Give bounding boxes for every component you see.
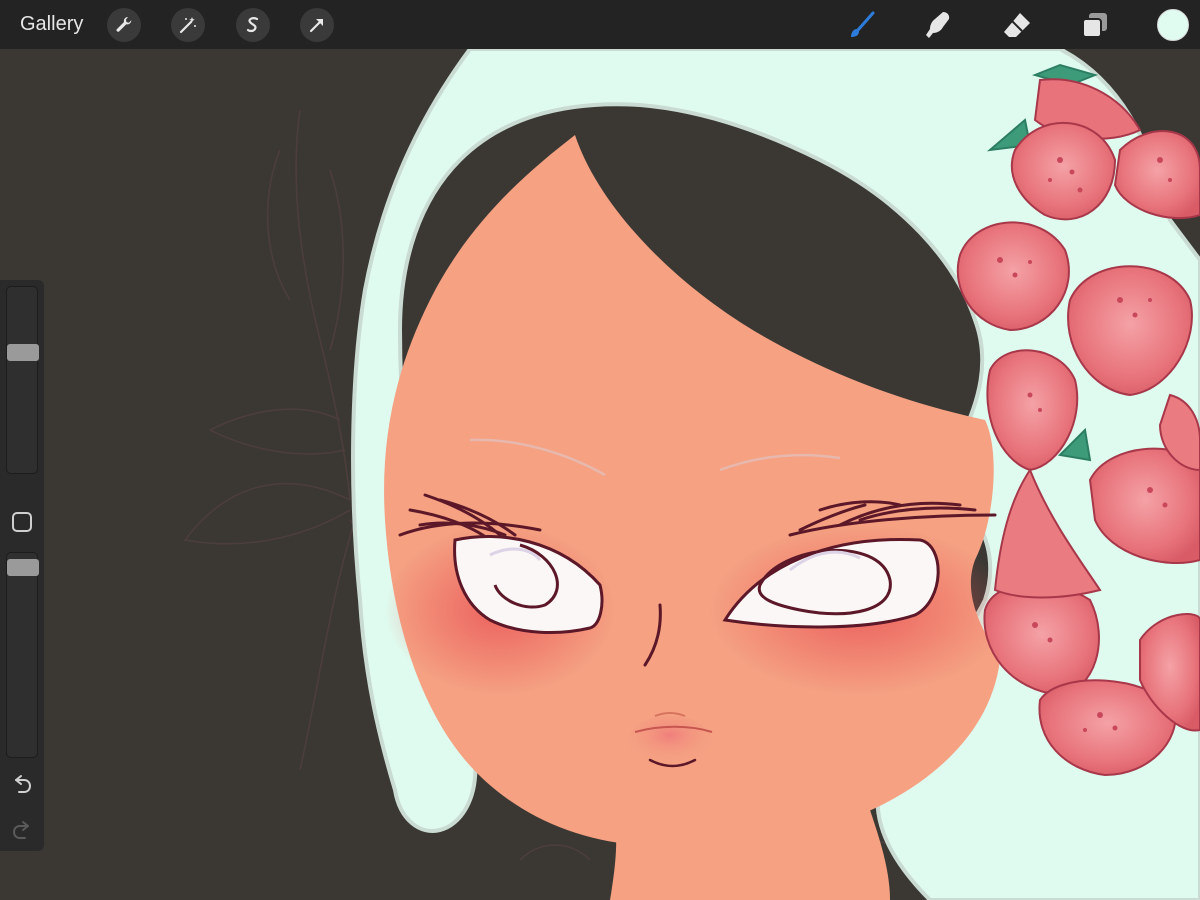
- transform-button[interactable]: [300, 8, 334, 42]
- brush-opacity-slider[interactable]: [6, 552, 39, 758]
- redo-button[interactable]: [10, 818, 34, 842]
- adjustments-button[interactable]: [171, 8, 205, 42]
- procreate-app: Gallery: [0, 0, 1200, 900]
- gallery-button[interactable]: Gallery: [20, 12, 83, 37]
- selection-button[interactable]: [236, 8, 270, 42]
- undo-icon: [15, 775, 32, 793]
- neck: [610, 810, 890, 900]
- wrench-icon: [116, 16, 132, 32]
- smudge-tool-button[interactable]: [918, 6, 956, 44]
- selection-s-icon: [246, 17, 259, 33]
- undo-button[interactable]: [10, 772, 34, 796]
- modify-button[interactable]: [12, 512, 32, 532]
- color-picker-button[interactable]: [1157, 9, 1189, 41]
- magic-wand-icon: [179, 17, 196, 34]
- brush-size-slider[interactable]: [6, 286, 39, 474]
- artwork: [183, 47, 1200, 900]
- brush-opacity-thumb[interactable]: [7, 559, 39, 576]
- actions-button[interactable]: [107, 8, 141, 42]
- drawing-canvas[interactable]: [0, 47, 1200, 900]
- left-sidebar: [0, 280, 44, 851]
- layers-icon: [1082, 13, 1107, 38]
- arrow-cursor-icon: [309, 18, 324, 33]
- lips: [628, 716, 712, 764]
- eraser-icon: [1004, 13, 1030, 37]
- redo-icon: [12, 821, 29, 839]
- eraser-tool-button[interactable]: [998, 6, 1036, 44]
- brush-icon: [851, 11, 875, 37]
- brush-size-thumb[interactable]: [7, 344, 39, 361]
- top-toolbar: Gallery: [0, 0, 1200, 49]
- smudge-finger-icon: [926, 12, 950, 38]
- layers-button[interactable]: [1076, 6, 1114, 44]
- brush-tool-button[interactable]: [843, 6, 881, 44]
